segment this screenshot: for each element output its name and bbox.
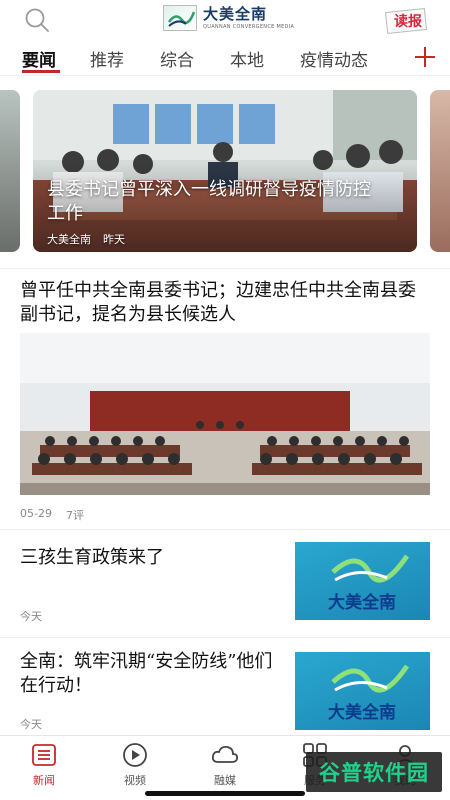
nav-news[interactable]: 新闻 [14, 742, 74, 792]
carousel-source: 大美全南 [47, 233, 91, 246]
tab-local[interactable]: 本地 [230, 46, 264, 71]
tab-headlines[interactable]: 要闻 [22, 46, 56, 71]
logo-title: 大美全南 [203, 4, 268, 23]
nav-media[interactable]: 融媒 [195, 742, 255, 792]
thumb-logo-text: 大美全南 [328, 702, 396, 723]
top-header: 大美全南 QUANNAN CONVERGENCE MEDIA 读报 [0, 0, 450, 40]
list-item[interactable]: 三孩生育政策来了 今天 大美全南 [0, 534, 450, 638]
site-watermark: 谷普软件园 [306, 752, 442, 792]
nav-video[interactable]: 视频 [105, 742, 165, 792]
feature-article-title[interactable]: 曾平任中共全南县委书记；边建忠任中共全南县委副书记，提名为县长候选人 [20, 279, 430, 327]
list-item-title[interactable]: 全南：筑牢汛期“安全防线”他们在行动！ [20, 650, 280, 698]
search-icon[interactable] [24, 7, 50, 33]
list-item[interactable]: 全南：筑牢汛期“安全防线”他们在行动！ 今天 大美全南 [0, 638, 450, 735]
list-item-thumbnail[interactable]: 大美全南 [295, 652, 430, 730]
active-tab-indicator [22, 70, 60, 73]
tab-general[interactable]: 综合 [160, 46, 194, 71]
list-item-time: 今天 [20, 718, 42, 731]
feature-article-date: 05-29 [20, 507, 52, 520]
read-paper-label: 读报 [394, 14, 422, 30]
tab-epidemic[interactable]: 疫情动态 [300, 46, 368, 71]
feature-article[interactable]: 曾平任中共全南县委书记；边建忠任中共全南县委副书记，提名为县长候选人 05-29… [0, 268, 450, 530]
feature-article-comments: 7评 [65, 509, 84, 522]
thumb-logo-text: 大美全南 [328, 592, 396, 613]
list-item-time: 今天 [20, 610, 42, 623]
logo-mark-icon [163, 5, 197, 31]
cloud-icon [211, 745, 239, 763]
read-paper-button[interactable]: 读报 [384, 7, 432, 35]
app-logo: 大美全南 QUANNAN CONVERGENCE MEDIA [163, 4, 294, 32]
carousel-meta: 大美全南 昨天 [47, 231, 125, 247]
feature-article-meta: 05-29 7评 [20, 507, 84, 523]
news-carousel[interactable]: 县委书记曾平深入一线调研督导疫情防控工作 大美全南 昨天 [0, 90, 450, 252]
add-channel-icon[interactable] [414, 46, 436, 68]
video-icon [123, 743, 147, 767]
list-item-title[interactable]: 三孩生育政策来了 [20, 546, 280, 570]
carousel-current-slide[interactable]: 县委书记曾平深入一线调研督导疫情防控工作 大美全南 昨天 [33, 90, 417, 252]
nav-news-label: 新闻 [33, 774, 55, 787]
tab-recommended[interactable]: 推荐 [90, 46, 124, 71]
carousel-next-slide[interactable] [430, 90, 450, 252]
watermark-text: 谷普软件园 [319, 761, 429, 785]
carousel-time: 昨天 [103, 233, 125, 246]
home-indicator[interactable] [145, 791, 305, 796]
list-item-thumbnail[interactable]: 大美全南 [295, 542, 430, 620]
channel-tabs: 要闻 推荐 综合 本地 疫情动态 [0, 40, 450, 76]
carousel-prev-slide[interactable] [0, 90, 20, 252]
meeting-photo [33, 90, 417, 252]
nav-video-label: 视频 [124, 774, 146, 787]
feature-article-image[interactable] [20, 333, 430, 495]
news-icon [32, 744, 56, 766]
nav-media-label: 融媒 [214, 774, 236, 787]
carousel-caption: 县委书记曾平深入一线调研督导疫情防控工作 [47, 179, 371, 224]
logo-subtitle: QUANNAN CONVERGENCE MEDIA [203, 23, 295, 30]
